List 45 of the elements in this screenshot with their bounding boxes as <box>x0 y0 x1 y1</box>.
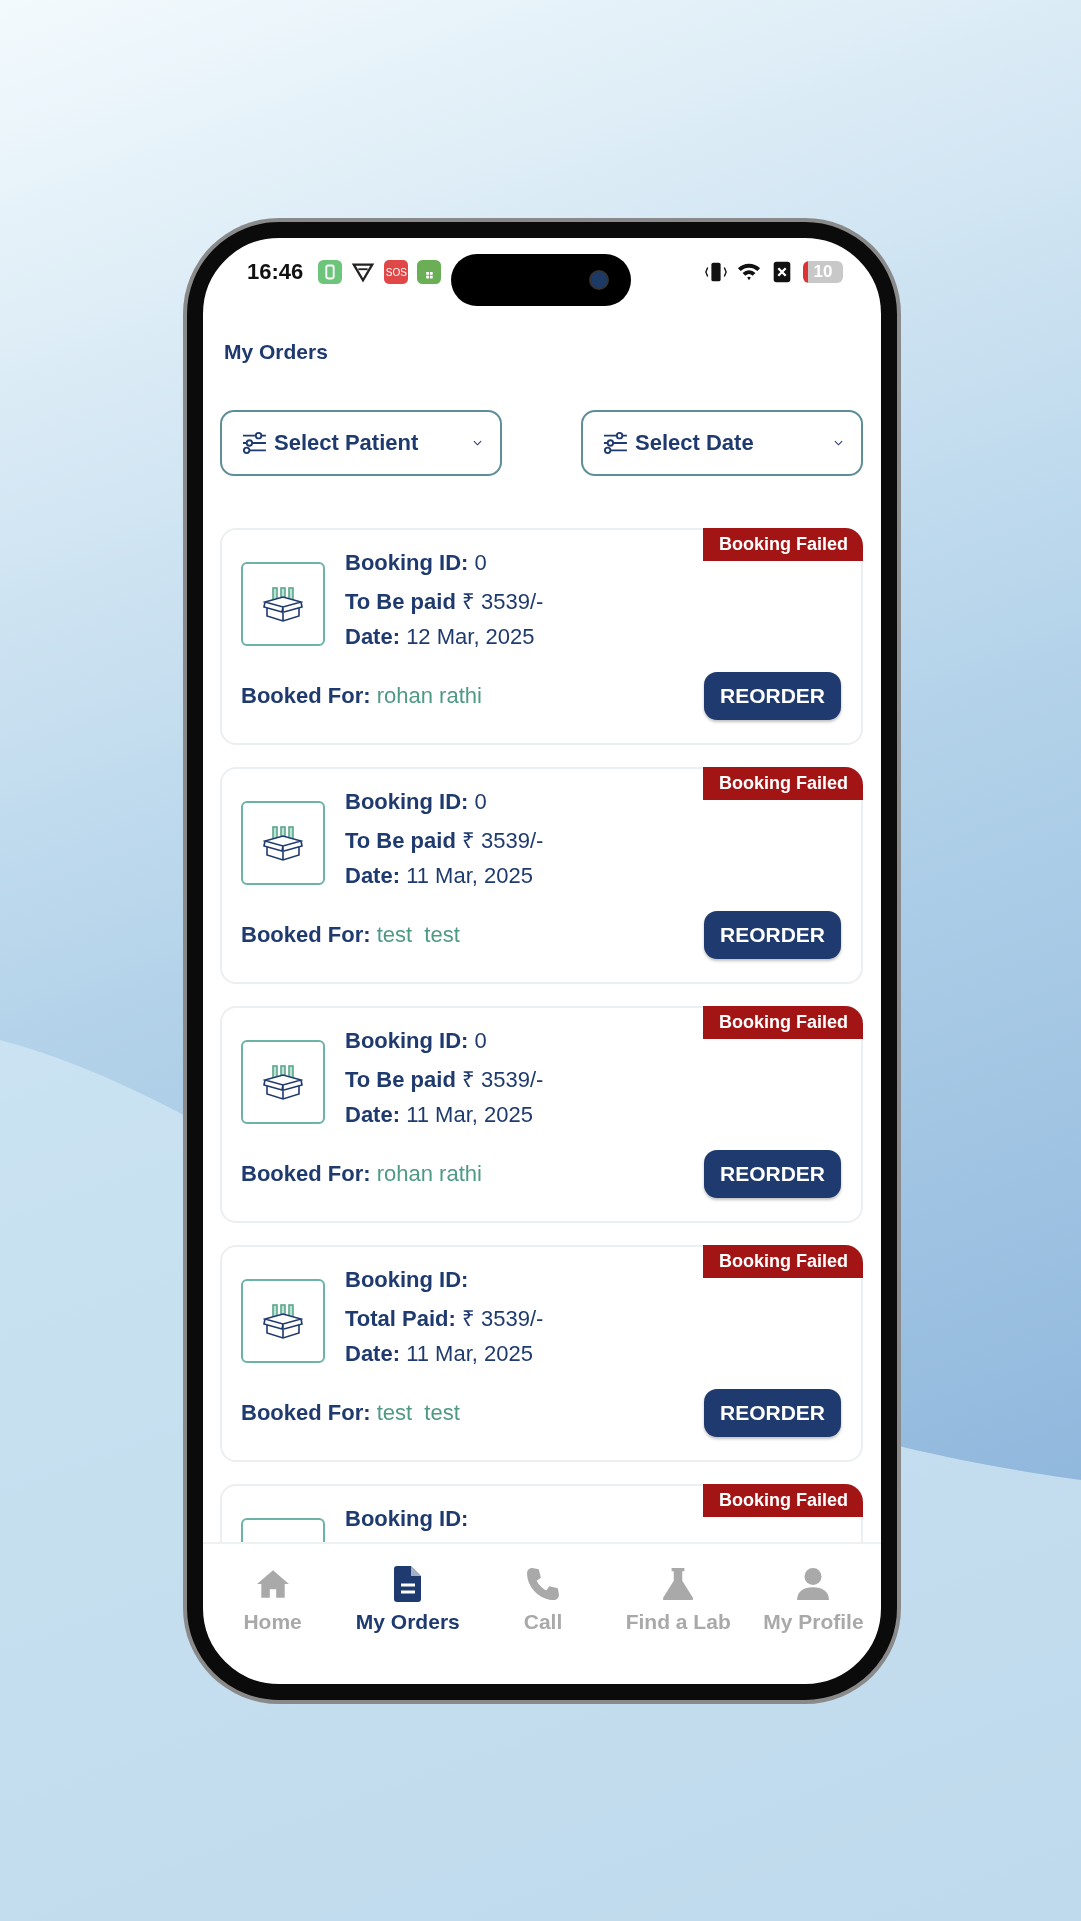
amount: To Be paid ₹ 3539/- <box>345 827 544 854</box>
booking-id: Booking ID: 0 <box>345 1028 488 1054</box>
booking-date: Date: 11 Mar, 2025 <box>345 863 534 889</box>
sos-icon: SOS <box>384 260 409 284</box>
sliders-icon <box>603 432 627 454</box>
user-icon <box>796 1566 831 1602</box>
flask-icon <box>661 1566 696 1602</box>
box-icon <box>263 1303 303 1339</box>
battery-app-icon <box>318 260 343 284</box>
booked-for: Booked For: test test <box>241 1400 460 1426</box>
box-icon <box>263 1064 303 1100</box>
chevron-down-icon <box>473 440 482 446</box>
amount: Total Paid: ₹ 3539/- <box>345 1305 544 1332</box>
booking-id: Booking ID: 0 <box>345 550 488 576</box>
box-icon <box>263 825 303 861</box>
status-badge: Booking Failed <box>703 1006 863 1039</box>
sliders-icon <box>242 432 266 454</box>
chevron-down-icon <box>834 440 843 446</box>
reorder-button[interactable]: REORDER <box>704 1389 841 1437</box>
booked-for: Booked For: rohan rathi <box>241 1161 482 1187</box>
booking-date: Date: 11 Mar, 2025 <box>345 1102 534 1128</box>
phone-icon <box>526 1566 560 1602</box>
status-time: 16:46 <box>247 259 304 285</box>
reorder-button[interactable]: REORDER <box>704 1150 841 1198</box>
booking-id: Booking ID: 0 <box>345 789 488 815</box>
amount: To Be paid ₹ 3539/- <box>345 1066 544 1093</box>
filter-dropdown[interactable]: Select Patient <box>220 410 502 476</box>
reorder-button[interactable]: REORDER <box>704 911 841 959</box>
amount: To Be paid ₹ 3539/- <box>345 588 544 615</box>
booking-date: Date: 12 Mar, 2025 <box>345 624 536 650</box>
booked-for: Booked For: rohan rathi <box>241 683 482 709</box>
booking-id: Booking ID: <box>345 1267 470 1293</box>
nav-tab[interactable]: My Orders <box>340 1544 476 1684</box>
status-badge: Booking Failed <box>703 1245 863 1278</box>
status-badge: Booking Failed <box>703 528 863 561</box>
vibrate-icon <box>704 260 728 284</box>
booking-id: Booking ID: <box>345 1506 469 1532</box>
reorder-button[interactable]: REORDER <box>704 672 841 720</box>
box-icon <box>263 586 303 622</box>
filter-dropdown[interactable]: Select Date <box>581 410 863 476</box>
status-badge: Booking Failed <box>703 767 863 800</box>
status-badge: Booking Failed <box>703 1484 863 1517</box>
booked-for: Booked For: test test <box>241 922 460 948</box>
page-title: My Orders <box>223 339 329 365</box>
booking-date: Date: 11 Mar, 2025 <box>345 1341 534 1367</box>
